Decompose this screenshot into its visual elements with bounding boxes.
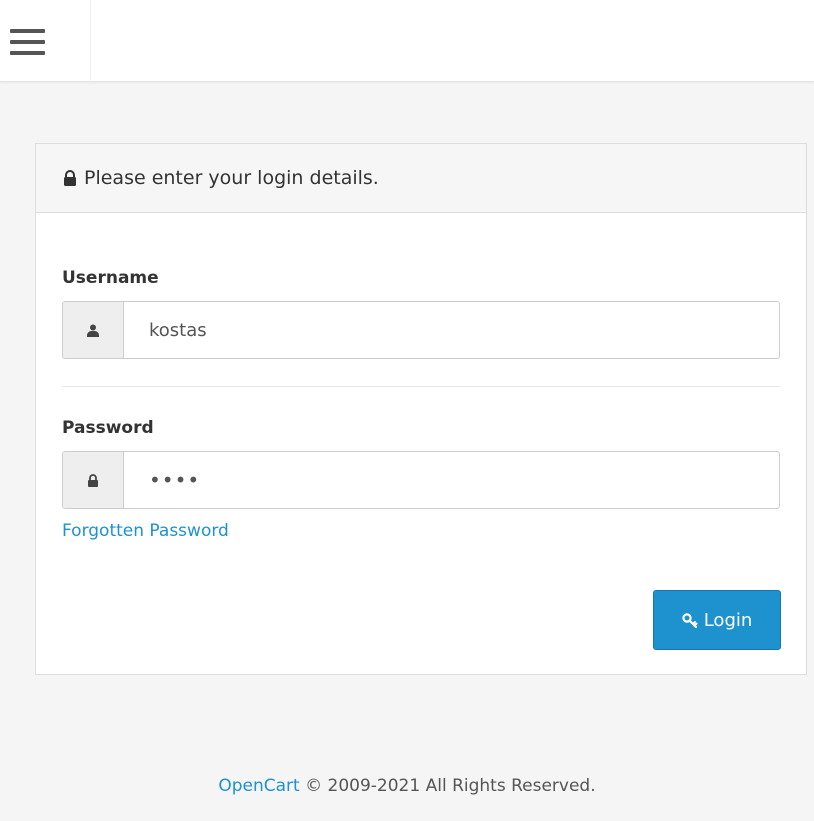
password-label: Password <box>62 418 154 438</box>
top-header <box>0 0 814 82</box>
login-button[interactable]: Login <box>653 590 781 650</box>
username-input[interactable] <box>124 302 779 358</box>
login-panel: Please enter your login details. Usernam… <box>35 143 807 675</box>
menu-bar-line <box>10 40 45 44</box>
user-icon <box>63 302 124 358</box>
password-input-group <box>62 451 780 509</box>
lock-icon <box>63 452 124 508</box>
username-label: Username <box>62 268 159 288</box>
lock-icon <box>64 169 76 186</box>
footer: OpenCart © 2009-2021 All Rights Reserved… <box>0 776 814 796</box>
username-input-group <box>62 301 780 359</box>
password-input[interactable] <box>124 452 779 508</box>
key-icon <box>682 612 698 628</box>
panel-title: Please enter your login details. <box>84 167 379 189</box>
copyright-text: © 2009-2021 All Rights Reserved. <box>299 776 596 796</box>
forgotten-password-link[interactable]: Forgotten Password <box>62 521 229 541</box>
hamburger-menu-icon[interactable] <box>0 0 91 82</box>
form-divider <box>62 386 780 387</box>
menu-bar-line <box>10 51 45 55</box>
panel-heading: Please enter your login details. <box>36 144 806 213</box>
login-button-label: Login <box>703 609 753 631</box>
opencart-link[interactable]: OpenCart <box>218 776 299 796</box>
menu-bar-line <box>10 29 45 33</box>
